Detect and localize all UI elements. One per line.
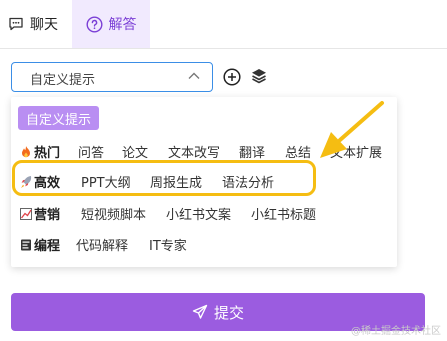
submit-label: 提交 — [213, 303, 244, 322]
watermark: @稀土掘金技术社区 — [351, 326, 441, 337]
send-icon — [192, 304, 208, 319]
annotation-arrow-icon — [320, 101, 384, 158]
